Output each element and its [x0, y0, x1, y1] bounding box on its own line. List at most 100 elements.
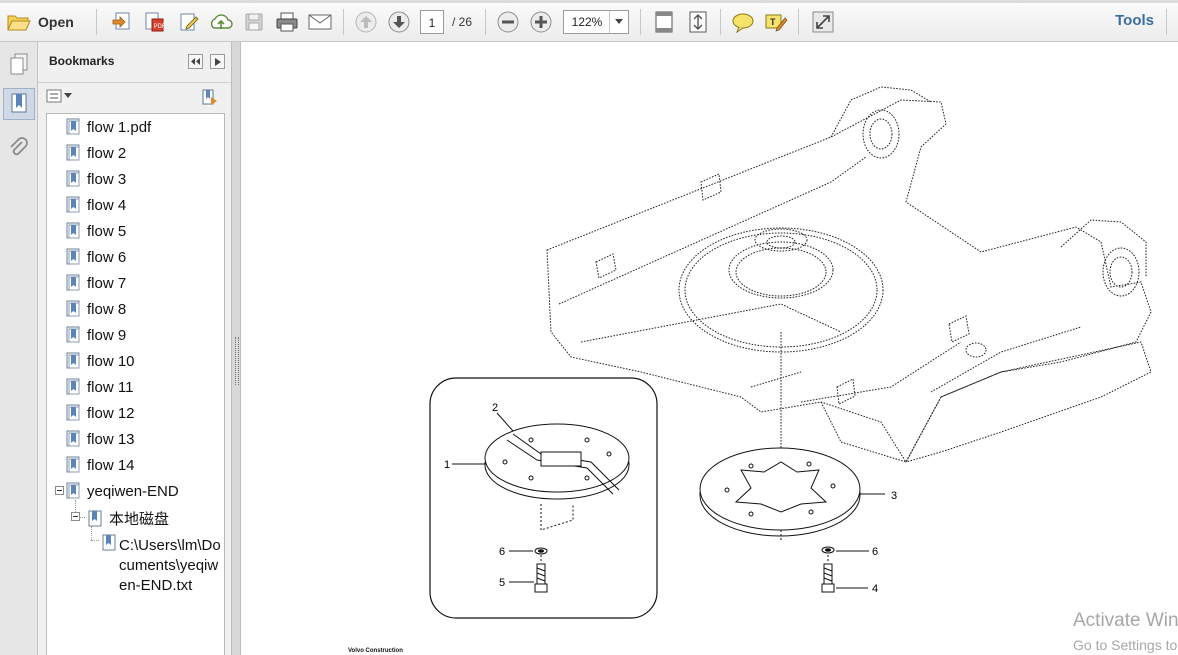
zoom-select[interactable]: 122% — [563, 10, 629, 34]
pages-icon — [10, 53, 28, 75]
attachments-button[interactable] — [3, 132, 35, 164]
fit-width-icon — [689, 11, 707, 33]
toolbar-separator — [798, 9, 799, 35]
zoom-out-button[interactable] — [494, 8, 522, 36]
page-number-input[interactable]: 1 — [420, 10, 444, 34]
bookmark-label: flow 2 — [87, 144, 127, 162]
expand-toggle[interactable] — [55, 486, 64, 495]
new-bookmark-button[interactable] — [201, 88, 219, 111]
callout-label: 6 — [499, 546, 505, 558]
chevron-right-icon — [214, 57, 221, 66]
cloud-upload-icon — [210, 14, 233, 29]
bookmarks-header: Bookmarks — [38, 42, 231, 83]
bookmark-label: flow 5 — [87, 222, 127, 240]
page-down-icon — [388, 11, 410, 33]
bookmark-item[interactable]: flow 14 — [65, 456, 135, 474]
edit-icon — [180, 13, 199, 31]
list-options-icon — [46, 89, 62, 103]
convert-icon: PDF — [145, 12, 166, 32]
bookmark-label: flow 6 — [87, 248, 127, 266]
bookmark-label: flow 9 — [87, 326, 127, 344]
double-chevron-left-icon — [191, 58, 200, 65]
save-icon — [245, 13, 263, 31]
callout-label: 1 — [444, 459, 450, 471]
cover-plate-assembly — [452, 412, 885, 593]
comment-icon — [732, 13, 754, 33]
toolbar-separator — [343, 9, 344, 35]
collapse-panel-button[interactable] — [188, 54, 203, 69]
bookmark-icon — [66, 274, 80, 291]
bookmark-item[interactable]: flow 2 — [65, 144, 126, 162]
paperclip-icon — [10, 137, 28, 156]
next-page-button[interactable] — [385, 8, 413, 36]
bookmark-item[interactable]: flow 6 — [65, 248, 126, 266]
toolbar-separator — [720, 9, 721, 35]
bookmark-label: flow 7 — [87, 274, 127, 292]
navigation-rail — [0, 42, 38, 655]
zoom-value: 122% — [571, 15, 603, 29]
bookmark-item[interactable]: flow 12 — [65, 404, 135, 422]
convert-button[interactable]: PDF — [140, 8, 168, 36]
fit-page-button[interactable] — [650, 8, 678, 36]
print-icon — [276, 12, 298, 32]
bookmark-item[interactable]: flow 7 — [65, 274, 126, 292]
bookmarks-toolbar — [38, 82, 231, 112]
title-strip — [0, 0, 1178, 3]
document-view[interactable]: 2 1 6 5 3 6 4 Volvo Construction Activat… — [241, 42, 1178, 655]
tree-line — [91, 540, 99, 541]
bookmark-label: flow 11 — [87, 378, 134, 396]
page-thumbnails-button[interactable] — [3, 48, 35, 80]
open-label: Open — [38, 14, 74, 30]
previous-page-button[interactable] — [352, 8, 380, 36]
bookmark-label: flow 1.pdf — [87, 118, 152, 136]
bookmark-item[interactable]: yeqiwen-END — [65, 482, 179, 500]
bookmark-icon — [66, 430, 80, 447]
create-pdf-button[interactable] — [108, 8, 136, 36]
tools-button[interactable]: Tools — [1115, 12, 1154, 29]
upload-button[interactable] — [206, 8, 236, 36]
bookmark-item[interactable]: flow 3 — [65, 170, 126, 188]
bookmark-icon — [102, 534, 116, 551]
edit-button[interactable] — [175, 8, 203, 36]
highlight-button[interactable]: T — [762, 8, 790, 36]
fit-width-button[interactable] — [684, 8, 712, 36]
zoom-dropdown[interactable] — [609, 11, 628, 33]
bookmark-icon — [66, 222, 80, 239]
open-button[interactable]: Open — [6, 8, 80, 36]
svg-text:PDF: PDF — [154, 24, 166, 30]
bookmark-item[interactable]: flow 5 — [65, 222, 126, 240]
bookmark-icon — [66, 326, 80, 343]
bookmark-options-menu[interactable] — [46, 89, 72, 103]
bookmark-child-item[interactable]: 本地磁盘 — [87, 508, 169, 529]
bookmarks-tree: flow 1.pdf flow 2 flow 3 flow 4 flow 5 flow 6… — [46, 113, 225, 655]
bookmark-icon — [66, 404, 80, 421]
bookmark-label: flow 13 — [87, 430, 135, 448]
splitter-grip — [235, 337, 239, 385]
create-pdf-icon — [112, 12, 130, 30]
print-button[interactable] — [272, 8, 302, 36]
bookmark-item[interactable]: flow 11 — [65, 378, 133, 396]
email-button[interactable] — [305, 8, 335, 36]
chevron-down-icon — [615, 19, 623, 24]
save-button[interactable] — [240, 8, 268, 36]
bookmarks-panel-button[interactable] — [3, 88, 35, 120]
svg-text:T: T — [770, 17, 776, 27]
bookmark-label: 本地磁盘 — [109, 511, 170, 528]
panel-options-button[interactable] — [210, 54, 225, 69]
zoom-in-button[interactable] — [527, 8, 555, 36]
comment-button[interactable] — [729, 8, 757, 36]
exploded-parts-drawing: 2 1 6 5 3 6 4 — [429, 86, 1152, 619]
bookmark-item[interactable]: flow 13 — [65, 430, 135, 448]
bookmark-item[interactable]: flow 1.pdf — [65, 118, 151, 136]
bookmark-item[interactable]: flow 10 — [65, 352, 135, 370]
bookmark-item[interactable]: flow 9 — [65, 326, 126, 344]
panel-splitter[interactable] — [231, 42, 241, 655]
fullscreen-button[interactable] — [809, 8, 837, 36]
toolbar-separator — [96, 9, 97, 35]
bookmark-label: flow 4 — [87, 196, 127, 214]
email-icon — [308, 14, 332, 30]
bookmark-icon — [66, 456, 80, 473]
bookmark-icon — [66, 170, 80, 187]
bookmark-item[interactable]: flow 4 — [65, 196, 126, 214]
bookmark-item[interactable]: flow 8 — [65, 300, 126, 318]
